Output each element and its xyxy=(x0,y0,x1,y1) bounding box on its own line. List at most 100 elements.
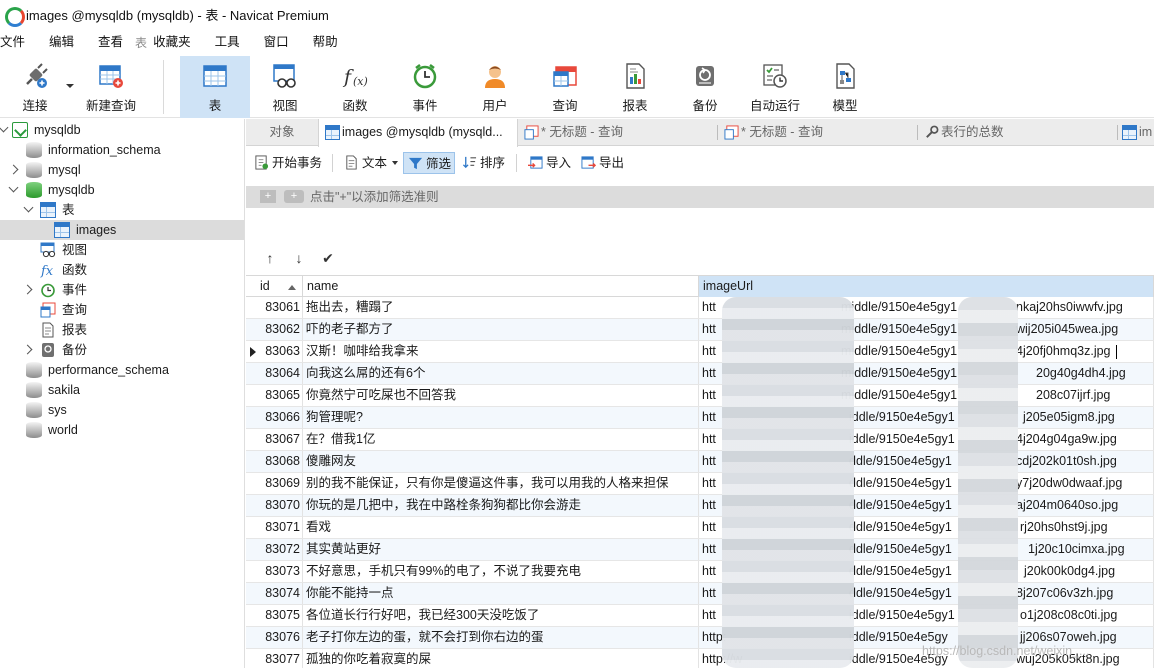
cell-name[interactable]: 汉斯！咖啡给我拿来 xyxy=(303,341,699,362)
tree-group-views[interactable]: 视图 xyxy=(0,240,244,260)
tab-images-2[interactable]: im xyxy=(1118,119,1154,146)
cell-id[interactable]: 83069 xyxy=(259,473,303,494)
column-label: name xyxy=(307,279,339,293)
ribbon-function-button[interactable]: f (x) 函数 xyxy=(326,56,384,118)
menu-edit[interactable]: 编辑 xyxy=(37,28,86,56)
tree-connection-mysqldb[interactable]: mysqldb xyxy=(0,120,244,140)
import-button[interactable]: 导入 xyxy=(524,152,574,174)
cell-id[interactable]: 83076 xyxy=(259,627,303,648)
ribbon-report-button[interactable]: 报表 xyxy=(606,56,664,118)
menu-file[interactable]: 文件 xyxy=(0,28,37,56)
add-filter-group-button[interactable]: + xyxy=(284,190,304,203)
export-button[interactable]: 导出 xyxy=(577,152,627,174)
cell-name[interactable]: 孤独的你吃着寂寞的屎 xyxy=(303,649,699,668)
cell-name[interactable]: 吓的老子都方了 xyxy=(303,319,699,340)
tab-untitled-query-1[interactable]: * 无标题 - 查询 xyxy=(518,119,718,146)
cell-name[interactable]: 你玩的是几把中，我在中路栓条狗狗都比你会游走 xyxy=(303,495,699,516)
cell-id[interactable]: 83063 xyxy=(259,341,303,362)
tree-db-performance_schema[interactable]: performance_schema xyxy=(0,360,244,380)
cell-name[interactable]: 各位道长行行好吧，我已经300天没吃饭了 xyxy=(303,605,699,626)
column-header-id[interactable]: id xyxy=(256,276,303,297)
cell-name[interactable]: 傻雕网友 xyxy=(303,451,699,472)
tree-label: 报表 xyxy=(62,323,88,337)
cell-id[interactable]: 83071 xyxy=(259,517,303,538)
cell-id[interactable]: 83062 xyxy=(259,319,303,340)
cell-id[interactable]: 83068 xyxy=(259,451,303,472)
cell-id[interactable]: 83077 xyxy=(259,649,303,668)
ribbon-view-button[interactable]: 视图 xyxy=(256,56,314,118)
tree-db-mysqldb[interactable]: mysqldb xyxy=(0,180,244,200)
arrow-up-icon[interactable]: ↑ xyxy=(261,248,279,268)
tree-group-tables[interactable]: 表 xyxy=(0,200,244,220)
cell-id[interactable]: 83064 xyxy=(259,363,303,384)
ribbon-backup-button[interactable]: 备份 xyxy=(676,56,734,118)
cell-id[interactable]: 83073 xyxy=(259,561,303,582)
column-header-name[interactable]: name xyxy=(303,276,699,297)
tree-group-events[interactable]: 事件 xyxy=(0,280,244,300)
cell-id[interactable]: 83075 xyxy=(259,605,303,626)
begin-transaction-button[interactable]: 开始事务 xyxy=(250,152,326,174)
expand-chevron-icon[interactable] xyxy=(22,344,33,355)
cell-name[interactable]: 你能不能持一点 xyxy=(303,583,699,604)
ribbon-autorun-button[interactable]: 自动运行 xyxy=(744,56,806,118)
menu-view[interactable]: 查看 xyxy=(86,28,135,56)
expand-chevron-icon[interactable] xyxy=(0,122,9,133)
cell-name[interactable]: 你竟然宁可吃屎也不回答我 xyxy=(303,385,699,406)
cell-name[interactable]: 其实黄站更好 xyxy=(303,539,699,560)
tree-table-images[interactable]: images xyxy=(0,220,244,240)
cell-name[interactable]: 拖出去，糟蹋了 xyxy=(303,297,699,318)
ribbon-new-query-button[interactable]: 新建查询 xyxy=(80,56,142,118)
cell-id[interactable]: 83070 xyxy=(259,495,303,516)
tab-images-table[interactable]: images @mysqldb (mysqld... xyxy=(318,119,518,147)
tree-db-mysql[interactable]: mysql xyxy=(0,160,244,180)
cell-id[interactable]: 83061 xyxy=(259,297,303,318)
ribbon-table-button[interactable]: 表 xyxy=(180,56,250,118)
cell-name[interactable]: 狗管理呢? xyxy=(303,407,699,428)
ribbon-event-button[interactable]: 事件 xyxy=(396,56,454,118)
tree-db-world[interactable]: world xyxy=(0,420,244,440)
expand-chevron-icon[interactable] xyxy=(22,284,33,295)
ribbon-connect-button[interactable]: 连接 xyxy=(10,56,60,118)
text-view-button[interactable]: 文本 xyxy=(340,152,398,174)
tree-group-queries[interactable]: 查询 xyxy=(0,300,244,320)
expand-chevron-icon[interactable] xyxy=(23,202,34,213)
add-filter-button[interactable]: + xyxy=(260,190,276,203)
tree-group-reports[interactable]: 报表 xyxy=(0,320,244,340)
tree-db-information_schema[interactable]: information_schema xyxy=(0,140,244,160)
cell-id[interactable]: 83066 xyxy=(259,407,303,428)
cell-name[interactable]: 不好意思，手机只有99%的电了，不说了我要充电 xyxy=(303,561,699,582)
cell-name[interactable]: 看戏 xyxy=(303,517,699,538)
cell-name[interactable]: 别的我不能保证，只有你是傻逼这件事，我可以用我的人格来担保 xyxy=(303,473,699,494)
tab-objects[interactable]: 对象 xyxy=(246,119,318,146)
expand-chevron-icon[interactable] xyxy=(8,164,19,175)
cell-name[interactable]: 向我这么屌的还有6个 xyxy=(303,363,699,384)
cell-id[interactable]: 83074 xyxy=(259,583,303,604)
cell-name[interactable]: 老子打你左边的蛋，就不会打到你右边的蛋 xyxy=(303,627,699,648)
column-header-imageurl[interactable]: imageUrl xyxy=(699,276,1154,297)
checkmark-icon[interactable]: ✔ xyxy=(319,248,337,268)
tree-db-sys[interactable]: sys xyxy=(0,400,244,420)
sort-button[interactable]: 排序 xyxy=(458,152,508,174)
tree-group-backups[interactable]: 备份 xyxy=(0,340,244,360)
menu-favorites[interactable]: 收藏夹 xyxy=(149,28,203,56)
expand-chevron-icon[interactable] xyxy=(8,182,19,193)
tab-row-count[interactable]: 表行的总数 xyxy=(918,119,1118,146)
ribbon-model-button[interactable]: 模型 xyxy=(818,56,872,118)
menu-window[interactable]: 窗口 xyxy=(252,28,301,56)
menu-help[interactable]: 帮助 xyxy=(301,28,350,56)
cell-id[interactable]: 83065 xyxy=(259,385,303,406)
tree-group-functions[interactable]: fx 函数 xyxy=(0,260,244,280)
database-icon xyxy=(26,362,42,378)
ribbon-user-button[interactable]: 用户 xyxy=(466,56,524,118)
tab-untitled-query-2[interactable]: * 无标题 - 查询 xyxy=(718,119,918,146)
dropdown-caret-icon[interactable] xyxy=(392,161,398,165)
cell-id[interactable]: 83072 xyxy=(259,539,303,560)
cell-id[interactable]: 83067 xyxy=(259,429,303,450)
tree-db-sakila[interactable]: sakila xyxy=(0,380,244,400)
cell-name[interactable]: 在？借我1亿 xyxy=(303,429,699,450)
ribbon-query-button[interactable]: 查询 xyxy=(536,56,594,118)
menu-tools[interactable]: 工具 xyxy=(203,28,252,56)
filter-button[interactable]: 筛选 xyxy=(403,152,455,174)
connect-dropdown-icon[interactable] xyxy=(66,84,74,88)
arrow-down-icon[interactable]: ↓ xyxy=(290,248,308,268)
